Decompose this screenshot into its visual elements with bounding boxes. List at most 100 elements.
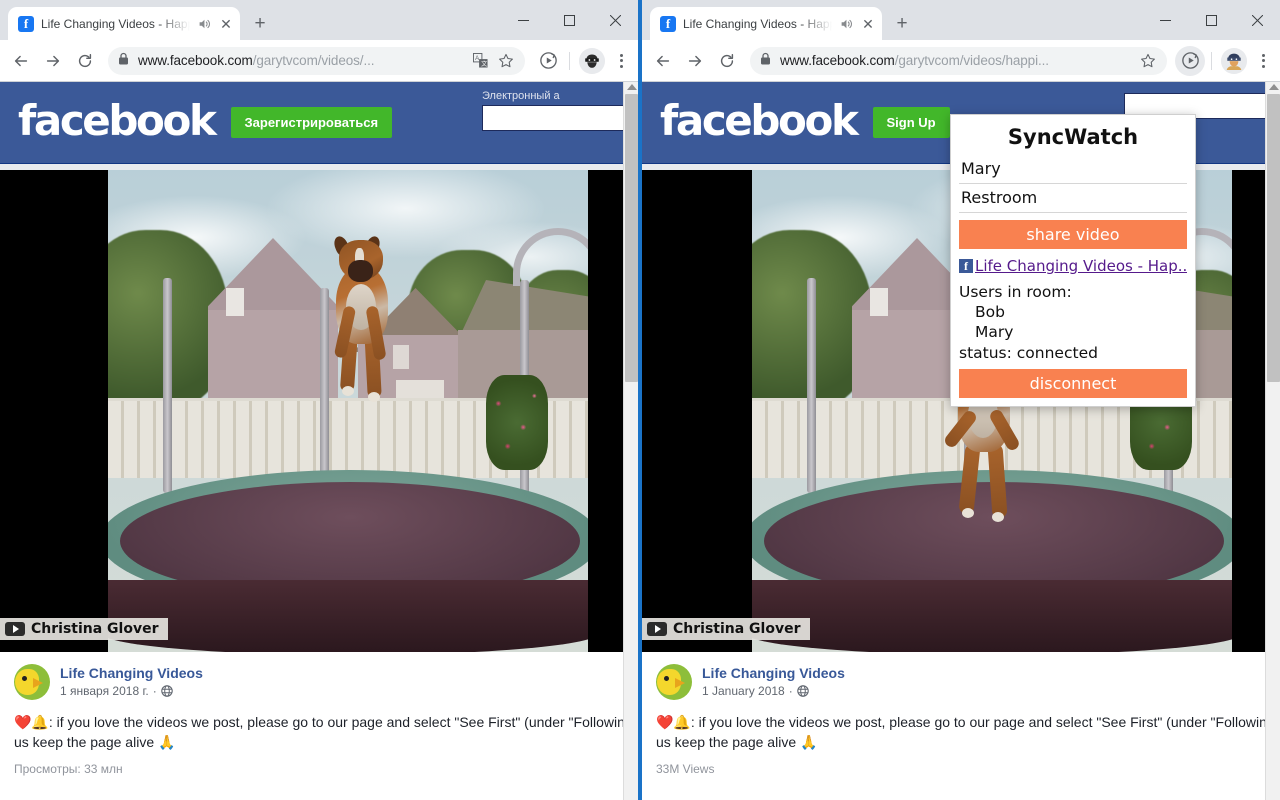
video-watermark: Christina Glover [0,618,168,640]
profile-avatar-icon[interactable] [579,47,605,74]
email-field[interactable] [482,105,632,131]
dog [326,234,398,410]
page-name-link[interactable]: Life Changing Videos [702,664,845,682]
toolbar-divider [1211,51,1212,70]
profile-avatar-icon[interactable] [1221,47,1247,74]
translate-icon[interactable]: A文 [471,53,489,68]
facebook-logo[interactable]: facebook [18,99,217,142]
syncwatch-title: SyncWatch [1007,125,1139,149]
reload-icon[interactable] [70,46,100,76]
post-date: 1 January 2018 [702,684,785,698]
scroll-up-arrow-icon[interactable] [1269,84,1279,90]
post-header: Life Changing Videos 1 January 2018 · [656,664,1266,700]
address-bar-right[interactable]: www.facebook.com/garytvcom/videos/happi.… [750,46,1167,75]
page-scrollbar-left[interactable] [623,82,638,800]
toolbar-left: www.facebook.com/garytvcom/videos/... A文 [0,40,638,82]
new-tab-button[interactable]: + [888,9,916,37]
post-text-line-2: us keep the page alive 🙏 [656,734,818,750]
youtube-play-icon [5,622,25,636]
facebook-icon: f [959,259,973,273]
url-domain: www.facebook.com [780,53,895,68]
post-text: ❤️🔔: if you love the videos we post, ple… [656,712,1266,752]
lock-icon [118,52,130,70]
avatar[interactable] [14,664,50,700]
username-input[interactable]: Mary [959,155,1187,184]
post-author-block: Life Changing Videos 1 января 2018 г. · [60,664,203,698]
post-text: ❤️🔔: if you love the videos we post, ple… [14,712,624,752]
reload-icon[interactable] [712,46,742,76]
three-dot-menu-icon[interactable] [1252,53,1274,68]
post-text-line-1: ❤️🔔: if you love the videos we post, ple… [14,714,624,730]
maximize-icon[interactable] [546,4,592,36]
trampoline-pole-left [807,278,816,493]
post-author-block: Life Changing Videos 1 January 2018 · [702,664,845,698]
facebook-logo[interactable]: facebook [660,99,859,142]
address-bar-left[interactable]: www.facebook.com/garytvcom/videos/... A文 [108,46,525,75]
tab-title: Life Changing Videos - Happ [683,16,832,31]
facebook-favicon-icon: f [18,15,34,32]
trampoline-skirt [108,580,588,652]
shared-video-row[interactable]: f Life Changing Videos - Hap... [959,257,1187,275]
three-dot-menu-icon[interactable] [610,53,632,68]
url-path: /garytvcom/videos/happi... [894,53,1049,68]
minimize-icon[interactable] [500,4,546,36]
tab-close-icon[interactable]: ✕ [218,16,234,32]
minimize-icon[interactable] [1142,4,1188,36]
new-tab-button[interactable]: + [246,9,274,37]
syncwatch-popup: SyncWatch Mary Restroom share video f Li… [950,114,1196,407]
meta-separator: · [788,684,793,698]
star-icon[interactable] [497,53,515,69]
svg-text:文: 文 [481,60,487,68]
tabstrip-left: f Life Changing Videos - Happ ✕ + [0,0,638,40]
lock-icon [760,52,772,70]
toolbar-divider [569,51,570,70]
shared-video-link[interactable]: Life Changing Videos - Hap... [975,257,1187,275]
page-scrollbar-right[interactable] [1265,82,1280,800]
tab-facebook-right[interactable]: f Life Changing Videos - Happ ✕ [650,7,882,40]
url-text: www.facebook.com/garytvcom/videos/happi.… [780,53,1131,68]
dual-browser-screen: f Life Changing Videos - Happ ✕ + www.fa… [0,0,1280,800]
trampoline-skirt [752,580,1232,652]
syncwatch-extension-icon[interactable] [1175,45,1205,76]
dog-paw-left [962,508,974,518]
dog-hindleg-right [987,443,1008,519]
speaker-icon[interactable] [197,17,211,31]
avatar[interactable] [656,664,692,700]
browser-window-right: f Life Changing Videos - Happ ✕ + www.fa… [642,0,1280,800]
signup-button[interactable]: Sign Up [872,107,950,138]
share-video-button[interactable]: share video [959,220,1187,249]
page-viewport-left: facebook Зарегистрироваться Электронный … [0,82,638,800]
syncwatch-extension-icon[interactable] [533,46,563,76]
back-arrow-icon[interactable] [648,46,678,76]
page-name-link[interactable]: Life Changing Videos [60,664,203,682]
dog-paw-left [342,386,354,396]
flower-bush [486,375,548,470]
forward-arrow-icon[interactable] [38,46,68,76]
scroll-up-arrow-icon[interactable] [627,84,637,90]
dog-muzzle [348,260,373,282]
post-meta: 1 января 2018 г. · [60,684,203,698]
close-icon[interactable] [592,4,638,36]
login-form: Электронный а [482,90,632,131]
back-arrow-icon[interactable] [6,46,36,76]
maximize-icon[interactable] [1188,4,1234,36]
tab-facebook-left[interactable]: f Life Changing Videos - Happ ✕ [8,7,240,40]
tab-close-icon[interactable]: ✕ [860,16,876,32]
room-name-input[interactable]: Restroom [959,184,1187,213]
house-window-upper [870,288,888,316]
tabstrip-right: f Life Changing Videos - Happ ✕ + [642,0,1280,40]
disconnect-button[interactable]: disconnect [959,369,1187,398]
signup-button[interactable]: Зарегистрироваться [230,107,393,138]
meta-separator: · [152,684,157,698]
scrollbar-thumb[interactable] [625,94,638,382]
star-icon[interactable] [1139,53,1157,69]
scrollbar-thumb[interactable] [1267,94,1280,382]
close-icon[interactable] [1234,4,1280,36]
forward-arrow-icon[interactable] [680,46,710,76]
speaker-icon[interactable] [839,17,853,31]
window-controls-left [500,0,638,40]
browser-window-left: f Life Changing Videos - Happ ✕ + www.fa… [0,0,638,800]
video-player-left[interactable]: Christina Glover [0,170,638,652]
room-user: Bob [975,303,1005,321]
view-count: Просмотры: 33 млн [14,762,123,776]
